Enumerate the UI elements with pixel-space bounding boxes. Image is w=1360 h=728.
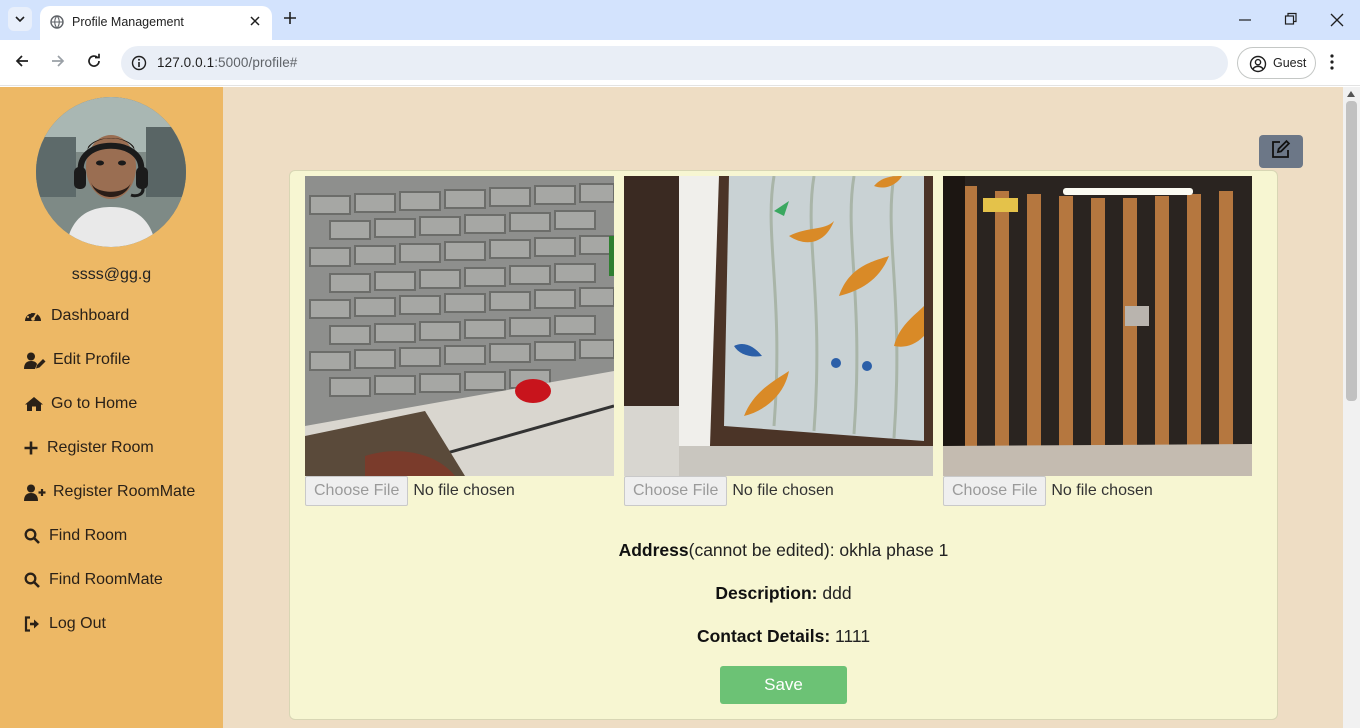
address-field: Address(cannot be edited): okhla phase 1 xyxy=(290,540,1277,561)
choose-file-button[interactable]: Choose File xyxy=(624,476,728,506)
save-button[interactable]: Save xyxy=(720,666,847,704)
file-input-1[interactable]: Choose File No file chosen xyxy=(305,476,515,506)
address-value: (cannot be edited): okhla phase 1 xyxy=(688,540,949,560)
edit-profile-button[interactable] xyxy=(1259,135,1303,168)
nav-label: Find RoomMate xyxy=(49,571,163,588)
nav-label: Register Room xyxy=(47,439,154,456)
close-window-icon[interactable] xyxy=(1330,10,1344,35)
file-input-3[interactable]: Choose File No file chosen xyxy=(943,476,1153,506)
room-photo-3 xyxy=(943,176,1252,476)
scrollbar-thumb[interactable] xyxy=(1346,101,1357,401)
restore-icon[interactable] xyxy=(1284,10,1298,35)
file-input-2[interactable]: Choose File No file chosen xyxy=(624,476,834,506)
new-tab-icon[interactable] xyxy=(282,10,298,31)
file-status: No file chosen xyxy=(732,482,834,499)
nav-find-roommate[interactable]: Find RoomMate xyxy=(24,568,163,592)
contact-field: Contact Details: 1111 xyxy=(290,626,1277,647)
address-label: Address xyxy=(618,540,689,560)
nav-dashboard[interactable]: Dashboard xyxy=(24,304,129,328)
more-vert-icon[interactable] xyxy=(1330,54,1334,75)
browser-tab-strip: Profile Management xyxy=(0,0,1360,40)
avatar xyxy=(36,97,186,247)
contact-label: Contact Details: xyxy=(696,626,831,646)
choose-file-button[interactable]: Choose File xyxy=(943,476,1047,506)
nav-label: Register RoomMate xyxy=(53,483,196,500)
chevron-down-icon xyxy=(15,16,25,22)
nav-label: Find Room xyxy=(49,527,128,544)
search-icon xyxy=(24,527,44,545)
reload-icon[interactable] xyxy=(86,53,102,74)
file-status: No file chosen xyxy=(413,482,515,499)
browser-tab[interactable]: Profile Management xyxy=(40,6,272,40)
room-photo-1 xyxy=(305,176,614,476)
nav-label: Dashboard xyxy=(51,307,130,324)
user-plus-icon xyxy=(24,483,48,501)
profile-label: Guest xyxy=(1273,56,1307,70)
nav-find-room[interactable]: Find Room xyxy=(24,524,127,548)
dashboard-gauge-icon xyxy=(24,307,46,325)
nav-label: Edit Profile xyxy=(53,351,131,368)
globe-icon xyxy=(50,15,64,34)
browser-toolbar: 127.0.0.1:5000/profile# Guest xyxy=(0,40,1360,86)
contact-value: 1111 xyxy=(830,626,871,646)
nav-go-home[interactable]: Go to Home xyxy=(24,392,137,416)
address-bar[interactable]: 127.0.0.1:5000/profile# xyxy=(121,46,1228,80)
back-arrow-icon[interactable] xyxy=(14,53,30,74)
nav-register-room[interactable]: Register Room xyxy=(24,436,154,460)
home-icon xyxy=(24,395,46,413)
nav-label: Go to Home xyxy=(51,395,138,412)
room-photo-2 xyxy=(624,176,933,476)
minimize-icon[interactable] xyxy=(1238,10,1252,35)
page-viewport: ssss@gg.g Dashboard Edit Profile Go to H… xyxy=(0,87,1360,728)
sign-out-icon xyxy=(24,615,44,633)
url-text: 127.0.0.1:5000/profile# xyxy=(157,55,298,70)
forward-arrow-icon[interactable] xyxy=(50,53,66,74)
sidebar: ssss@gg.g Dashboard Edit Profile Go to H… xyxy=(0,87,223,728)
profile-chip[interactable]: Guest xyxy=(1237,47,1316,79)
close-tab-icon[interactable] xyxy=(248,14,262,33)
user-email: ssss@gg.g xyxy=(71,266,152,283)
nav-log-out[interactable]: Log Out xyxy=(24,612,106,636)
nav-label: Log Out xyxy=(49,615,106,632)
tab-title: Profile Management xyxy=(72,15,184,29)
tab-search-button[interactable] xyxy=(8,7,32,31)
edit-icon xyxy=(1271,139,1291,164)
search-icon xyxy=(24,571,44,589)
room-profile-card: Choose File No file chosen Choose File N… xyxy=(289,170,1278,720)
user-edit-icon xyxy=(24,351,48,369)
description-field: Description: ddd xyxy=(290,583,1277,604)
description-label: Description: xyxy=(715,583,818,603)
account-circle-icon xyxy=(1249,55,1267,78)
choose-file-button[interactable]: Choose File xyxy=(305,476,409,506)
scroll-up-arrow-icon[interactable] xyxy=(1347,91,1355,97)
page-scrollbar[interactable] xyxy=(1343,87,1360,728)
nav-register-roommate[interactable]: Register RoomMate xyxy=(24,480,195,504)
description-value: ddd xyxy=(817,583,852,603)
plus-icon xyxy=(24,439,42,457)
site-info-icon[interactable] xyxy=(131,55,147,76)
file-status: No file chosen xyxy=(1051,482,1153,499)
nav-edit-profile[interactable]: Edit Profile xyxy=(24,348,130,372)
